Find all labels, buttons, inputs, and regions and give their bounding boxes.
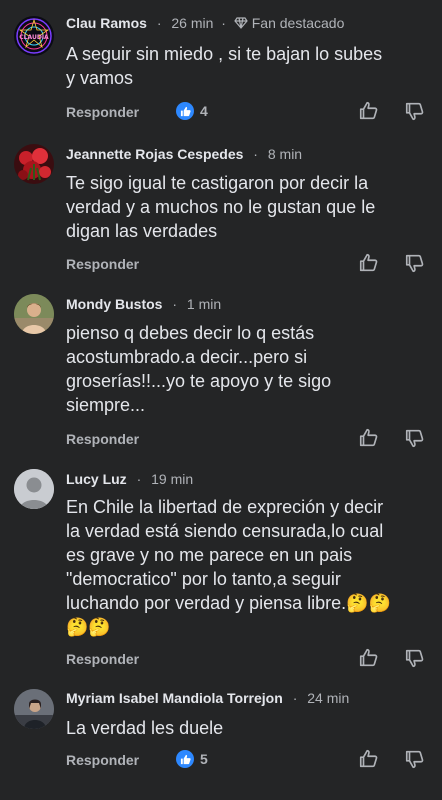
thumbs-up-icon[interactable] — [358, 748, 380, 770]
reaction-count[interactable]: 5 — [176, 750, 208, 768]
comment-line: y vamos — [66, 68, 134, 88]
like-reaction-icon — [176, 750, 194, 768]
comment-line: la verdad está siendo censurada,lo cual — [66, 521, 384, 541]
comment-header: Lucy Luz · 19 min — [66, 471, 193, 487]
thumbs-up-icon[interactable] — [358, 100, 380, 122]
separator: · — [292, 690, 298, 706]
thumbs-up-icon[interactable] — [358, 252, 380, 274]
avatar[interactable] — [14, 294, 54, 334]
comment-line: groserías!!...yo te apoyo y te sigo — [66, 371, 332, 391]
thumbs-down-icon[interactable] — [404, 748, 426, 770]
comment-text: La verdad les duele — [66, 716, 426, 740]
comment-text: A seguir sin miedo , si te bajan lo sube… — [66, 42, 426, 90]
author-name[interactable]: Lucy Luz — [66, 471, 127, 487]
reply-button[interactable]: Responder — [66, 752, 139, 768]
avatar-logo-text: CLAUDIA — [19, 34, 49, 41]
comment-line: A seguir sin miedo , si te bajan lo sube… — [66, 44, 383, 64]
comment-line: "democratico" por lo tanto,a seguir — [66, 569, 341, 589]
comment-text: Te sigo igual te castigaron por decir la… — [66, 171, 426, 243]
thumbs-up-icon[interactable] — [358, 647, 380, 669]
timestamp[interactable]: 1 min — [187, 296, 221, 312]
timestamp[interactable]: 19 min — [151, 471, 193, 487]
thumbs-down-icon[interactable] — [404, 100, 426, 122]
comment-line: verdad y a muchos no le gustan que le — [66, 197, 376, 217]
separator: · — [172, 296, 178, 312]
comment-line: es grave y no me parece en un pais — [66, 545, 353, 565]
comment-line: digan las verdades — [66, 221, 218, 241]
comment-line: En Chile la libertad de expreción y deci… — [66, 497, 384, 517]
thumbs-down-icon[interactable] — [404, 427, 426, 449]
comment-header: Myriam Isabel Mandiola Torrejon · 24 min — [66, 690, 349, 706]
thumbs-down-icon[interactable] — [404, 252, 426, 274]
like-reaction-icon — [176, 102, 194, 120]
separator: · — [221, 15, 226, 31]
reply-button[interactable]: Responder — [66, 256, 139, 272]
thumbs-up-icon[interactable] — [358, 427, 380, 449]
timestamp[interactable]: 24 min — [307, 690, 349, 706]
avatar[interactable]: CLAUDIA — [14, 16, 54, 56]
comment-header: Jeannette Rojas Cespedes · 8 min — [66, 146, 302, 162]
fan-badge-label: Fan destacado — [251, 15, 345, 31]
comment-header: Clau Ramos · 26 min · Fan destacado — [66, 15, 344, 33]
author-name[interactable]: Clau Ramos — [66, 15, 147, 31]
avatar[interactable] — [14, 144, 54, 184]
separator: · — [136, 471, 142, 487]
comment-line: luchando por verdad y piensa libre.🤔🤔 — [66, 593, 392, 613]
reaction-count[interactable]: 4 — [176, 102, 208, 120]
diamond-icon — [234, 16, 248, 33]
reaction-count-value: 4 — [200, 103, 208, 119]
comment-line: La verdad les duele — [66, 718, 224, 738]
thumbs-down-icon[interactable] — [404, 647, 426, 669]
reply-button[interactable]: Responder — [66, 104, 139, 120]
comment-line: Te sigo igual te castigaron por decir la — [66, 173, 369, 193]
comment-line: acostumbrado.a decir...pero si — [66, 347, 308, 367]
comment-header: Mondy Bustos · 1 min — [66, 296, 221, 312]
timestamp[interactable]: 26 min — [171, 15, 213, 31]
reply-button[interactable]: Responder — [66, 651, 139, 667]
comment-line: pienso q debes decir lo q estás — [66, 323, 315, 343]
timestamp[interactable]: 8 min — [268, 146, 302, 162]
author-name[interactable]: Jeannette Rojas Cespedes — [66, 146, 243, 162]
separator: · — [156, 15, 162, 31]
comment-line: 🤔🤔 — [66, 617, 111, 637]
comment-line: siempre... — [66, 395, 146, 415]
avatar[interactable] — [14, 689, 54, 729]
author-name[interactable]: Myriam Isabel Mandiola Torrejon — [66, 690, 283, 706]
reaction-count-value: 5 — [200, 751, 208, 767]
avatar[interactable] — [14, 469, 54, 509]
reply-button[interactable]: Responder — [66, 431, 139, 447]
author-name[interactable]: Mondy Bustos — [66, 296, 162, 312]
comment-text: pienso q debes decir lo q estás acostumb… — [66, 321, 426, 417]
comment-text: En Chile la libertad de expreción y deci… — [66, 495, 426, 639]
separator: · — [253, 146, 258, 162]
